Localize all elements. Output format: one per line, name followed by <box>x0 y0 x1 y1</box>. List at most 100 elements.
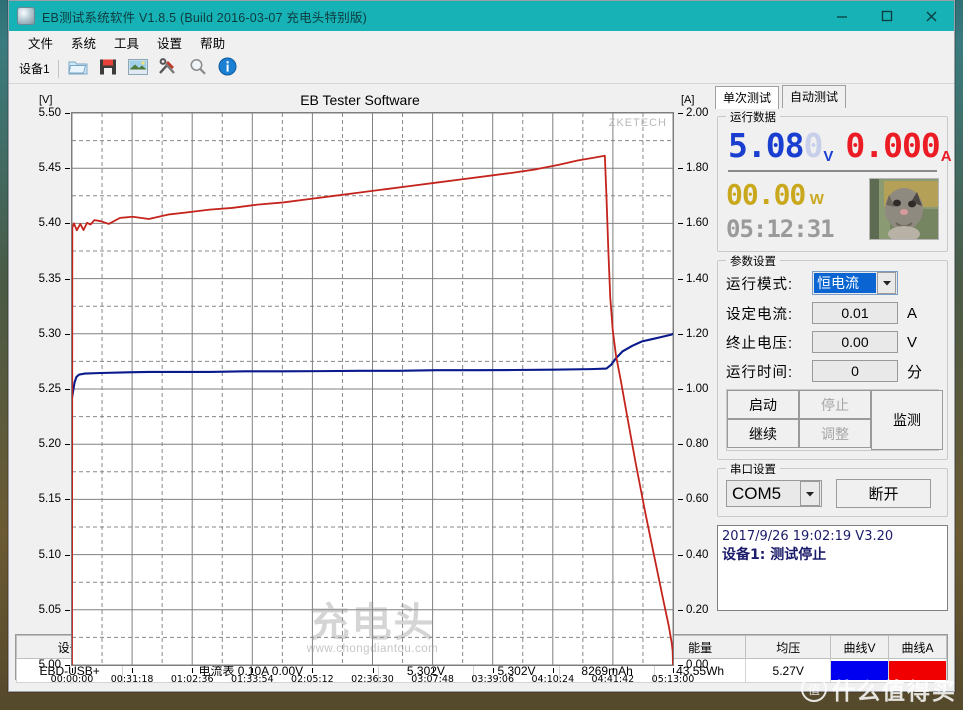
folder-open-icon <box>68 58 88 81</box>
param-row-runtime: 运行时间: 0 分 <box>726 360 939 382</box>
cutoff-voltage-input[interactable]: 0.00 <box>812 331 898 353</box>
th-curve-v[interactable]: 曲线V <box>830 635 889 659</box>
app-cube-icon <box>17 7 35 25</box>
log-line-timestamp: 2017/9/26 19:02:19 V3.20 <box>722 529 894 544</box>
menu-item-settings[interactable]: 设置 <box>148 31 191 54</box>
cat-photo-thumbnail[interactable] <box>869 178 939 240</box>
y-tick-mark-right <box>678 554 683 556</box>
save-button[interactable] <box>95 56 121 82</box>
monitor-button[interactable]: 监测 <box>871 390 943 450</box>
screenshot-root: EB测试系统软件 V1.8.5 (Build 2016-03-07 充电头特别版… <box>0 0 963 710</box>
x-tick-mark <box>432 668 434 673</box>
x-tick-mark <box>552 668 554 673</box>
x-tick-label: 01:33:54 <box>230 674 274 685</box>
continue-button[interactable]: 继续 <box>727 419 799 448</box>
start-button[interactable]: 启动 <box>727 390 799 419</box>
y-tick-mark-left <box>65 389 70 390</box>
magnifier-icon <box>189 58 207 81</box>
adjust-button[interactable]: 调整 <box>799 419 871 448</box>
stop-button[interactable]: 停止 <box>799 390 871 419</box>
cell-avg-voltage: 5.27V <box>745 658 831 683</box>
x-tick-label: 04:10:24 <box>531 674 575 685</box>
tab-auto-test[interactable]: 自动测试 <box>782 85 847 108</box>
param-row-mode: 运行模式: 恒电流 <box>726 271 939 295</box>
y-tick-label-left: 5.15 <box>38 493 61 506</box>
cell-curve-a-swatch[interactable] <box>887 658 948 683</box>
x-tick-mark <box>612 668 614 673</box>
close-button[interactable] <box>909 1 954 31</box>
plot-area[interactable]: ZKETECH 充电头 www.chongdiantou.com <box>71 112 674 666</box>
minimize-button[interactable] <box>819 1 864 31</box>
menu-item-tools[interactable]: 工具 <box>105 31 148 54</box>
run-mode-select[interactable]: 恒电流 <box>812 271 898 295</box>
info-icon <box>218 57 237 81</box>
power-line: 00.00 W <box>726 178 869 211</box>
x-tick-label: 03:39:06 <box>471 674 515 685</box>
x-tick-label: 04:41:42 <box>591 674 635 685</box>
y-tick-label-left: 5.40 <box>38 217 61 230</box>
y-tick-mark-right <box>678 113 683 114</box>
log-box[interactable]: 2017/9/26 19:02:19 V3.20 设备1: 测试停止 <box>717 525 948 611</box>
param-row-current: 设定电流: 0.01 A <box>726 302 939 324</box>
current-unit: A <box>940 148 952 165</box>
menu-item-file[interactable]: 文件 <box>19 31 62 54</box>
readout-divider <box>728 170 937 172</box>
com-port-value: COM5 <box>732 483 782 503</box>
x-tick-mark <box>673 668 674 673</box>
y-tick-label-left: 5.20 <box>38 438 61 451</box>
tab-single-test[interactable]: 单次测试 <box>715 86 780 109</box>
y-tick-mark-left <box>65 609 70 611</box>
disconnect-button[interactable]: 断开 <box>836 479 931 508</box>
y-tick-mark-left <box>65 444 70 446</box>
main-content: EB Tester Software [V] [A] 5.50 5.45 5.40 5… <box>9 84 954 685</box>
x-tick-label: 00:00:00 <box>50 674 94 685</box>
y-axis-unit-right: [A] <box>681 94 695 106</box>
serial-row: COM5 断开 <box>726 479 939 508</box>
right-panel: 单次测试 自动测试 运行数据 5.08 0 V 0.000 A 00.00 W … <box>711 84 954 630</box>
serial-port-legend: 串口设置 <box>726 461 780 477</box>
run-data-legend: 运行数据 <box>726 109 780 125</box>
y-tick-mark-left <box>65 333 70 335</box>
floppy-save-icon <box>99 58 117 81</box>
title-bar: EB测试系统软件 V1.8.5 (Build 2016-03-07 充电头特别版… <box>9 1 954 31</box>
y-tick-mark-right <box>678 389 683 390</box>
cell-curve-v-swatch[interactable] <box>830 658 889 683</box>
parameter-group: 参数设置 运行模式: 恒电流 设定电流: 0.01 A 终止电压: 0.00 V… <box>717 253 948 460</box>
test-mode-tabs: 单次测试 自动测试 <box>711 85 954 109</box>
open-file-button[interactable] <box>65 56 91 82</box>
x-tick-label: 05:13:00 <box>651 674 695 685</box>
th-curve-a[interactable]: 曲线A <box>887 635 948 659</box>
param-label-current: 设定电流: <box>726 306 794 323</box>
image-export-icon <box>127 58 148 80</box>
info-button[interactable] <box>215 56 241 82</box>
toolbar: 设备1 <box>9 55 954 84</box>
control-column-1: 启动 继续 <box>727 390 799 450</box>
th-avg-voltage[interactable]: 均压 <box>745 635 831 659</box>
zketech-watermark: ZKETECH <box>608 117 667 129</box>
menu-item-system[interactable]: 系统 <box>62 31 105 54</box>
runtime-input[interactable]: 0 <box>812 360 898 382</box>
run-mode-value: 恒电流 <box>814 273 876 293</box>
chevron-down-icon[interactable] <box>877 272 896 294</box>
window-title: EB测试系统软件 V1.8.5 (Build 2016-03-07 充电头特别版… <box>42 10 367 25</box>
export-image-button[interactable] <box>125 56 151 82</box>
y-tick-mark-left <box>65 168 70 170</box>
x-axis-labels: 00:00:00 00:31:18 01:02:36 01:33:54 02:05:12… <box>9 668 713 696</box>
device-tab-label[interactable]: 设备1 <box>17 58 56 80</box>
param-row-cutoff-voltage: 终止电压: 0.00 V <box>726 331 939 353</box>
com-port-select[interactable]: COM5 <box>726 480 822 507</box>
zoom-button[interactable] <box>185 56 211 82</box>
set-current-input[interactable]: 0.01 <box>812 302 898 324</box>
chevron-down-icon[interactable] <box>800 481 820 506</box>
voltage-value: 5.08 <box>728 126 804 165</box>
settings-tools-button[interactable] <box>155 56 181 82</box>
y-tick-mark-left <box>65 113 70 114</box>
current-value: 0.000 <box>845 126 940 165</box>
maximize-button[interactable] <box>864 1 909 31</box>
power-unit: W <box>809 191 824 208</box>
power-value: 00.00 <box>726 178 806 211</box>
param-label-runtime: 运行时间: <box>726 364 794 381</box>
y-tick-mark-right <box>678 609 683 611</box>
menu-item-help[interactable]: 帮助 <box>191 31 234 54</box>
voltage-current-row: 5.08 0 V 0.000 A <box>726 126 952 165</box>
